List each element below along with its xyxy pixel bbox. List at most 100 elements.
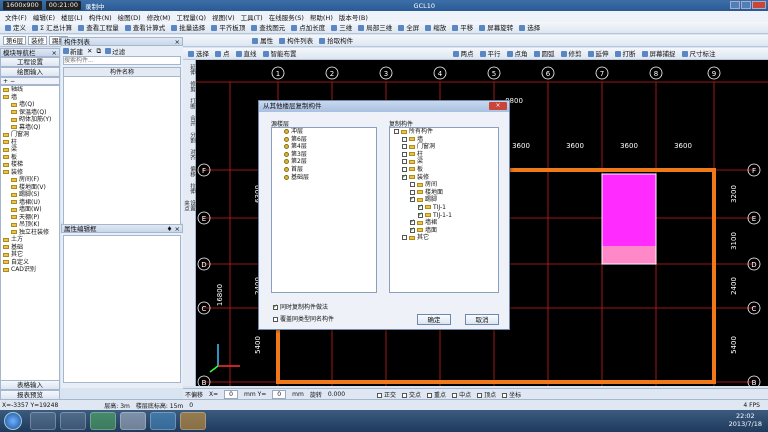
toolbar-button-9[interactable]: 局部三维 <box>355 23 395 33</box>
snap-option-5[interactable]: 坐标 <box>502 390 521 399</box>
toolbar-button-3[interactable]: 查看计算式 <box>122 23 169 33</box>
coord-field-4[interactable]: 0 <box>272 389 287 399</box>
checkbox-icon[interactable] <box>402 136 407 142</box>
snap-option-3[interactable]: 中点 <box>452 390 471 399</box>
draw-shape-tool-3[interactable]: 圆弧 <box>531 49 558 59</box>
table-input-button[interactable]: 表格输入 <box>0 380 60 390</box>
checkbox-icon[interactable] <box>410 189 415 195</box>
checkbox-icon[interactable] <box>273 317 278 322</box>
coord-field-2[interactable]: 0 <box>224 389 238 399</box>
close-panel-icon[interactable]: × <box>175 38 180 46</box>
menu-item-9[interactable]: 在线服务(S) <box>266 12 307 22</box>
room-footing[interactable] <box>602 246 656 264</box>
toolbar-button-12[interactable]: 平移 <box>449 23 476 33</box>
menu-item-8[interactable]: 工具(T) <box>238 12 266 22</box>
toolbar-button-6[interactable]: 查找图元 <box>248 23 288 33</box>
source-floor-item[interactable]: 第4层 <box>272 143 376 151</box>
snap-option-2[interactable]: 重点 <box>427 390 446 399</box>
component-list-button[interactable]: 构件列表 <box>276 36 316 46</box>
checkbox-icon[interactable] <box>410 195 415 203</box>
nav-tree-item[interactable]: 楼地面(V) <box>1 184 59 192</box>
copy-icon[interactable]: ⧉ <box>96 47 101 56</box>
nav-tree-item[interactable]: 自定义 <box>1 259 59 267</box>
source-floor-item[interactable]: 基础层 <box>272 174 376 182</box>
taskbar-app-glodon[interactable] <box>120 412 146 430</box>
filter-button[interactable]: 过滤 <box>105 46 125 56</box>
snap-option-0[interactable]: 正交 <box>377 390 396 399</box>
floor-select[interactable]: 第6层 <box>3 36 27 45</box>
system-clock[interactable]: 22:02 2013/7/18 <box>729 412 762 428</box>
checkbox-icon[interactable] <box>402 144 407 150</box>
target-component-item[interactable]: 门窗洞 <box>390 143 498 151</box>
dialog-close-button[interactable]: × <box>489 102 507 110</box>
modify-tool-1[interactable]: 修剪 <box>184 79 195 94</box>
toolbar-button-5[interactable]: 平齐板顶 <box>208 23 248 33</box>
taskbar-app-qq[interactable] <box>30 412 56 430</box>
close-button[interactable] <box>752 1 766 9</box>
ok-button[interactable]: 确定 <box>417 314 451 325</box>
checkbox-icon[interactable] <box>402 159 407 165</box>
source-floor-item[interactable]: 第3层 <box>272 151 376 159</box>
nav-tree-item[interactable]: 门窗洞 <box>1 131 59 139</box>
menu-item-7[interactable]: 视图(V) <box>209 12 238 22</box>
checkbox-icon[interactable] <box>410 182 415 188</box>
taskbar-app-green[interactable] <box>90 412 116 430</box>
start-button[interactable] <box>4 412 22 430</box>
target-component-item[interactable]: TIJ-1 <box>390 203 498 212</box>
nav-tree-item[interactable]: 装修 <box>1 169 59 177</box>
checkbox-icon[interactable] <box>394 129 399 134</box>
nav-tree-item[interactable]: 墙(Q) <box>1 101 59 109</box>
target-component-item[interactable]: 踢脚 <box>390 195 498 204</box>
snap-option-4[interactable]: 顶点 <box>477 390 496 399</box>
nav-tree-item[interactable]: 板 <box>1 154 59 162</box>
draw-tool-3[interactable]: 智能布置 <box>260 49 300 59</box>
nav-tree-item[interactable]: 吊顶(K) <box>1 221 59 229</box>
remove-icon[interactable]: − <box>10 78 15 85</box>
nav-tree-item[interactable]: 保温墙(Q) <box>1 109 59 117</box>
new-component-button[interactable]: 新建 <box>63 46 83 56</box>
checkbox-icon[interactable] <box>502 392 508 398</box>
target-component-item[interactable]: 柱 <box>390 151 498 159</box>
checkbox-icon[interactable] <box>402 392 408 398</box>
menu-item-6[interactable]: 工程量(Q) <box>173 12 209 22</box>
nav-tree-item[interactable]: 基础 <box>1 244 59 252</box>
menu-item-5[interactable]: 修改(M) <box>144 12 174 22</box>
modify-tool-3[interactable]: 合并 <box>184 113 195 128</box>
nav-tree-item[interactable]: 房间(F) <box>1 176 59 184</box>
toolbar-button-13[interactable]: 屏幕旋转 <box>476 23 516 33</box>
draw-tool-2[interactable]: 直线 <box>233 49 260 59</box>
nav-tree-item[interactable]: 轴线 <box>1 86 59 94</box>
delete-icon[interactable]: ✕ <box>87 47 92 55</box>
component-search-input[interactable] <box>63 56 181 65</box>
option-copy-methods[interactable]: 同时复制构件做法 <box>273 302 328 311</box>
nav-tree-item[interactable]: 踢脚(S) <box>1 191 59 199</box>
pin-icon[interactable]: × <box>52 49 57 57</box>
target-component-item[interactable]: 墙裙 <box>390 218 498 227</box>
checkbox-icon[interactable] <box>273 303 278 310</box>
taskbar-app-orange[interactable] <box>180 412 206 430</box>
toolbar-button-14[interactable]: 选择 <box>516 23 543 33</box>
nav-tree-item[interactable]: 墙裙(U) <box>1 199 59 207</box>
tab-drawing-input[interactable]: 绘图输入 <box>0 67 60 77</box>
category-select[interactable]: 装修 <box>28 36 48 45</box>
properties-button[interactable]: 属性 <box>249 36 276 46</box>
pick-component-button[interactable]: 拾取构件 <box>316 36 356 46</box>
target-component-item[interactable]: 装修 <box>390 173 498 182</box>
draw-shape-tool-2[interactable]: 点角 <box>504 49 531 59</box>
checkbox-icon[interactable] <box>418 203 423 211</box>
modify-tool-5[interactable]: 对齐 <box>184 147 195 162</box>
modify-tool-4[interactable]: 分割 <box>184 130 195 145</box>
draw-shape-tool-7[interactable]: 屏幕捕捉 <box>639 49 679 59</box>
source-floor-item[interactable]: 首层 <box>272 166 376 174</box>
checkbox-icon[interactable] <box>402 166 407 172</box>
nav-tree-item[interactable]: 其它 <box>1 251 59 259</box>
draw-tool-0[interactable]: 选择 <box>185 49 212 59</box>
modify-tool-7[interactable]: 拉伸 <box>184 181 195 196</box>
target-component-item[interactable]: 墙面 <box>390 226 498 235</box>
target-component-item[interactable]: 墙 <box>390 136 498 144</box>
nav-tree-item[interactable]: 柱 <box>1 139 59 147</box>
toolbar-button-0[interactable]: 定义 <box>2 23 29 33</box>
taskbar-app-blue[interactable] <box>150 412 176 430</box>
checkbox-icon[interactable] <box>377 392 383 398</box>
target-component-item[interactable]: 梁 <box>390 158 498 166</box>
